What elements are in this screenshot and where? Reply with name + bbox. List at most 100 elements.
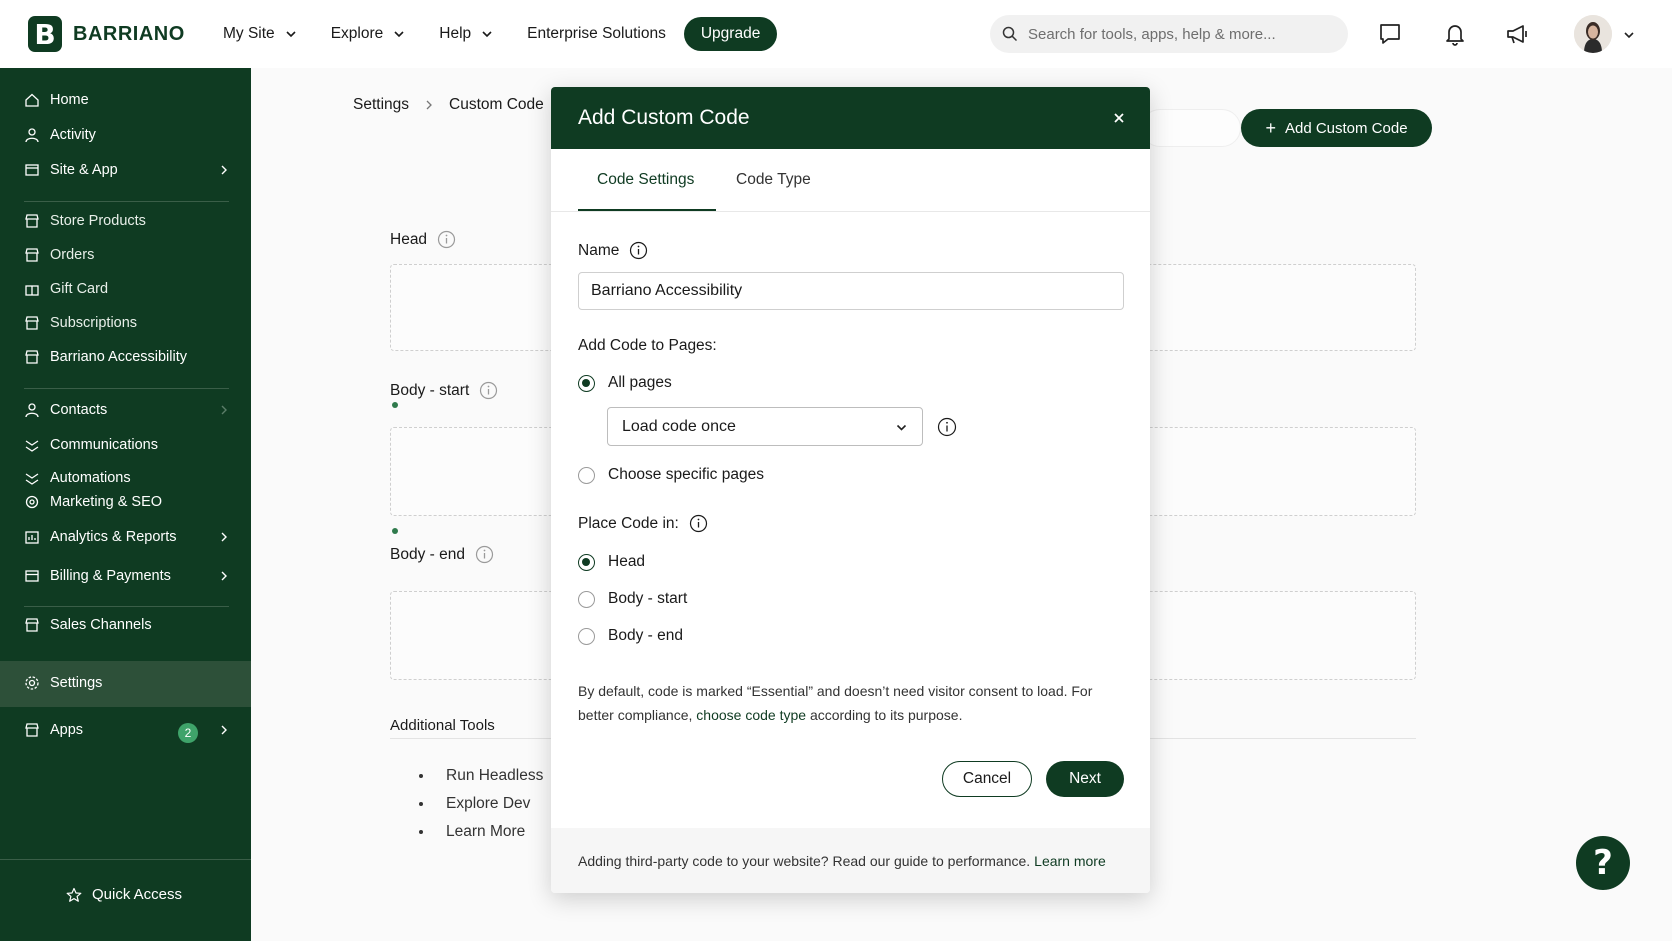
sidebar-item-label: Home [50,92,89,108]
filter-field[interactable] [1141,109,1241,147]
sidebar-item-label: Automations [50,470,131,486]
sidebar-item-subscriptions[interactable]: Subscriptions [24,315,229,331]
info-icon[interactable] [689,514,708,533]
nav-my-site-label: My Site [223,25,275,42]
learn-more-link[interactable]: Learn more [1034,853,1106,869]
info-icon[interactable] [937,417,957,437]
sidebar-item-label: Analytics & Reports [50,529,177,545]
info-icon[interactable] [475,545,494,564]
radio-button[interactable] [578,553,595,571]
status-dot [392,402,398,408]
sidebar-item-orders[interactable]: Orders [24,247,229,263]
sidebar-item-label: Settings [50,675,103,691]
chevron-down-icon [394,31,404,38]
chevron-down-icon [482,31,492,38]
brand-logo[interactable]: B BARRIANO [28,16,223,52]
tab-code-type[interactable]: Code Type [736,171,811,189]
section-head-label: Head [390,230,456,249]
upgrade-button[interactable]: Upgrade [683,17,778,51]
radio-all-pages[interactable]: All pages [578,374,672,392]
info-icon[interactable] [479,381,498,400]
sidebar-item-gift-card[interactable]: Gift Card [24,281,229,297]
sidebar-item-label: Contacts [50,402,108,418]
sidebar-item-label: Site & App [50,162,118,178]
radio-button[interactable] [578,590,595,608]
choose-code-type-link[interactable]: choose code type [696,707,806,723]
sidebar-item-automations[interactable]: Automations [24,470,229,486]
modal-tabs: Code Settings Code Type [551,149,1150,212]
sidebar-item-contacts[interactable]: Contacts [24,402,229,418]
modal-title: Add Custom Code [578,106,750,129]
active-tab-indicator [578,209,716,211]
help-button[interactable]: ? [1576,836,1630,890]
search-bar[interactable] [990,15,1348,53]
contacts-icon [25,403,39,418]
chevron-right-icon [221,405,227,415]
next-button[interactable]: Next [1046,761,1124,797]
name-input[interactable] [578,272,1124,310]
tool-link[interactable]: Run Headless [434,767,543,785]
billing-icon [25,570,39,582]
sidebar-item-barriano-accessibility[interactable]: Barriano Accessibility [24,349,229,365]
radio-place-body-end[interactable]: Body - end [578,627,683,645]
pages-label: Add Code to Pages: [578,337,717,355]
close-icon[interactable] [1110,109,1128,127]
radio-button[interactable] [578,466,595,484]
radio-place-head[interactable]: Head [578,553,645,571]
radio-button[interactable] [578,374,595,392]
tab-code-settings[interactable]: Code Settings [597,171,694,189]
sidebar-item-communications[interactable]: Communications [24,437,229,453]
sidebar-item-apps[interactable]: Apps 2 [24,722,229,743]
sidebar-item-home[interactable]: Home [24,92,229,108]
pages-label-text: Add Code to Pages: [578,337,717,354]
sidebar-item-label: Activity [50,127,96,143]
sidebar-item-marketing-seo[interactable]: Marketing & SEO [24,494,229,510]
home-icon [25,93,39,107]
load-code-select[interactable]: Load code once [607,407,923,446]
sidebar-item-billing-payments[interactable]: Billing & Payments [24,568,229,584]
add-custom-code-button[interactable]: + Add Custom Code [1241,109,1432,147]
quick-access-label: Quick Access [92,886,183,903]
breadcrumb-current: Custom Code [449,96,544,113]
info-icon[interactable] [437,230,456,249]
tool-link[interactable]: Explore Dev [434,795,543,813]
avatar[interactable] [1574,15,1612,53]
sidebar-item-settings[interactable]: Settings [24,675,229,691]
plus-icon: + [1265,117,1276,138]
marketing-icon [25,495,39,509]
megaphone-icon[interactable] [1503,20,1531,48]
sidebar-item-label: Subscriptions [50,315,138,331]
name-label-text: Name [578,241,620,259]
sidebar-item-analytics-reports[interactable]: Analytics & Reports [24,529,229,545]
section-title: Body - end [390,545,465,563]
sidebar-item-store-products[interactable]: Store Products [24,213,229,229]
chevron-right-icon [221,725,227,735]
search-input[interactable] [1028,25,1328,43]
chat-icon[interactable] [1376,20,1404,48]
radio-label: Choose specific pages [608,466,764,483]
radio-place-body-start[interactable]: Body - start [578,590,687,608]
sidebar-item-site-app[interactable]: Site & App [24,162,229,178]
sidebar-item-sales-channels[interactable]: Sales Channels [24,617,229,633]
quick-access-button[interactable]: Quick Access [66,886,182,903]
breadcrumb-settings[interactable]: Settings [353,96,409,114]
cancel-button[interactable]: Cancel [942,761,1032,797]
tool-link[interactable]: Learn More [434,823,543,841]
apps-count-badge: 2 [178,723,198,743]
radio-label: All pages [608,374,672,391]
breadcrumb: Settings Custom Code [353,96,544,114]
user-avatar-icon [1574,15,1612,53]
nav-my-site[interactable]: My Site [223,25,297,43]
nav-explore[interactable]: Explore [331,25,406,43]
chevron-down-icon[interactable] [1622,28,1636,42]
radio-button[interactable] [578,627,595,645]
sidebar-item-label: Billing & Payments [50,568,171,584]
section-body-start-label: Body - start [390,381,498,400]
info-icon[interactable] [629,241,648,260]
search-icon [1002,26,1018,42]
radio-specific-pages[interactable]: Choose specific pages [578,466,764,484]
sidebar-item-activity[interactable]: Activity [24,127,229,143]
bell-icon[interactable] [1441,20,1469,48]
nav-enterprise-solutions[interactable]: Enterprise Solutions [527,25,666,43]
nav-help[interactable]: Help [439,25,493,43]
